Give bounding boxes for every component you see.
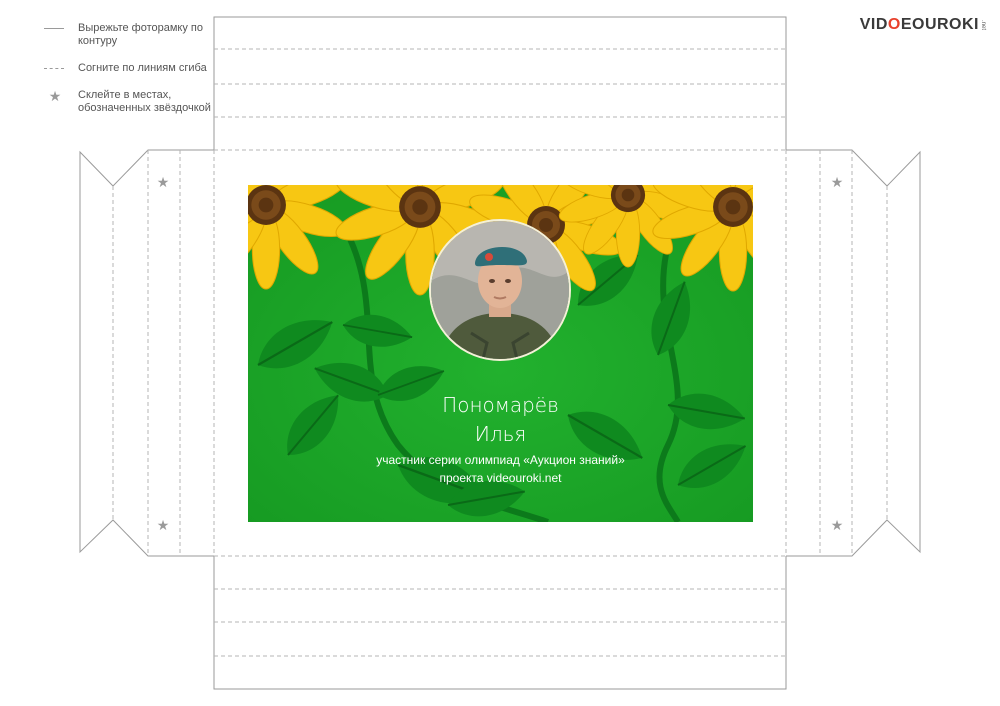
- star-icon: ★: [157, 518, 170, 534]
- participant-caption: участник серии олимпиад «Аукцион знаний»: [376, 453, 625, 467]
- project-caption: проекта videouroki.net: [439, 471, 562, 485]
- portrait-photo: [429, 219, 571, 361]
- right-flap-outline: [786, 149, 921, 557]
- star-icon: ★: [831, 518, 844, 534]
- certificate-card: Пономарёв Илья участник серии олимпиад «…: [248, 185, 753, 522]
- recipient-first-name: Илья: [474, 422, 527, 446]
- star-icon: ★: [157, 175, 170, 191]
- recipient-surname: Пономарёв: [442, 393, 559, 417]
- portrait-illustration: [431, 221, 569, 359]
- left-flap-outline: [79, 149, 214, 557]
- star-icon: ★: [831, 175, 844, 191]
